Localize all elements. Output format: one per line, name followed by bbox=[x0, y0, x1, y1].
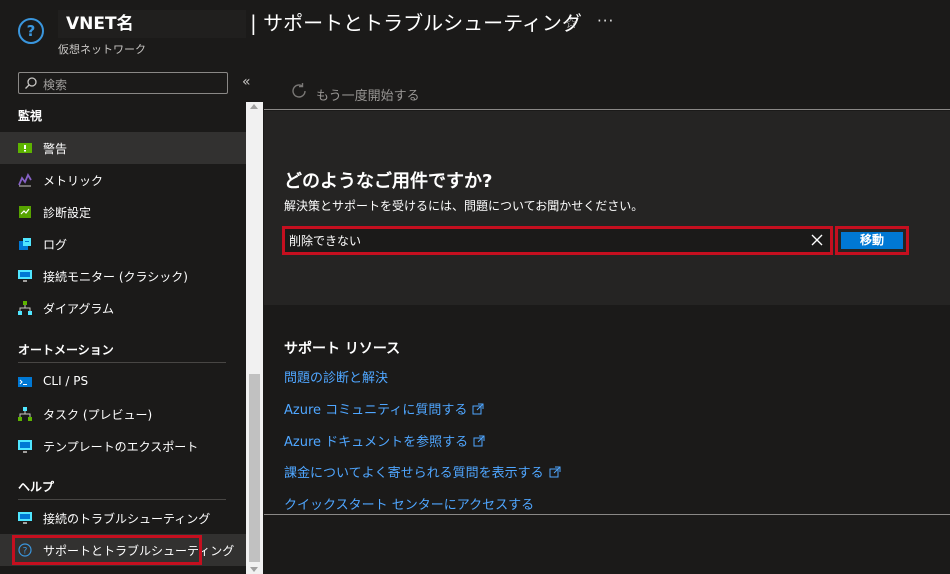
scrollbar-thumb[interactable] bbox=[249, 374, 260, 562]
menu-item-logs[interactable]: ログ bbox=[0, 228, 246, 260]
menu-item-connection-troubleshoot[interactable]: 接続のトラブルシューティング bbox=[0, 502, 246, 534]
diagram-icon bbox=[18, 301, 32, 315]
menu-item-label: CLI / PS bbox=[43, 374, 89, 388]
section-divider bbox=[264, 514, 950, 515]
menu-item-label: 接続のトラブルシューティング bbox=[43, 512, 211, 526]
link-text[interactable]: 課金についてよく寄せられる質問を表示する bbox=[284, 466, 544, 481]
diagnose-solve-link[interactable]: 問題の診断と解決 bbox=[284, 367, 388, 386]
go-button-outline: 移動 bbox=[835, 226, 909, 255]
link-text[interactable]: クイックスタート センターにアクセスする bbox=[284, 498, 534, 513]
main-content: もう一度開始する どのようなご用件ですか? 解決策とサポートを受けるには、問題に… bbox=[264, 62, 950, 574]
connection-monitor-icon bbox=[18, 270, 32, 282]
question-description: 解決策とサポートを受けるには、問題についてお聞かせください。 bbox=[284, 199, 644, 213]
command-bar: もう一度開始する bbox=[264, 62, 950, 110]
question-heading: どのようなご用件ですか? bbox=[284, 171, 493, 192]
tasks-icon bbox=[18, 407, 32, 421]
menu-item-label: ログ bbox=[43, 238, 68, 252]
clear-icon[interactable] bbox=[810, 233, 824, 247]
resource-name: VNET名 bbox=[58, 10, 246, 38]
page-header: ? VNET名 仮想ネットワーク | サポートとトラブルシューティング ☆ ··… bbox=[0, 0, 950, 62]
menu-item-alerts[interactable]: 警告 bbox=[0, 132, 246, 164]
menu-list: 監視 警告 メトリック 診断設定 ログ 接続モニター (クラシック) ダイアグラ… bbox=[0, 102, 246, 574]
section-monitoring: 監視 bbox=[18, 109, 43, 123]
search-icon bbox=[25, 77, 37, 89]
menu-item-connection-monitor[interactable]: 接続モニター (クラシック) bbox=[0, 260, 246, 292]
link-text[interactable]: Azure コミュニティに質問する bbox=[284, 403, 467, 418]
search-placeholder: 検索 bbox=[43, 78, 68, 92]
billing-faq-link[interactable]: 課金についてよく寄せられる質問を表示する bbox=[284, 462, 561, 481]
issue-input[interactable] bbox=[289, 231, 799, 250]
resource-type: 仮想ネットワーク bbox=[58, 43, 146, 56]
highlight-outline bbox=[12, 535, 202, 565]
metrics-icon bbox=[18, 173, 32, 187]
diagnostic-settings-icon bbox=[19, 206, 31, 218]
menu-item-label: テンプレートのエクスポート bbox=[43, 440, 199, 454]
cli-icon bbox=[18, 377, 32, 387]
help-circle-icon: ? bbox=[18, 18, 44, 44]
scroll-up-arrow-icon[interactable] bbox=[250, 104, 258, 109]
menu-item-label: ダイアグラム bbox=[43, 302, 115, 316]
menu-item-tasks[interactable]: タスク (プレビュー) bbox=[0, 398, 246, 430]
alert-icon bbox=[18, 143, 32, 153]
menu-item-diagnostic-settings[interactable]: 診断設定 bbox=[0, 196, 246, 228]
azure-docs-link[interactable]: Azure ドキュメントを参照する bbox=[284, 431, 485, 450]
issue-search-field[interactable] bbox=[282, 226, 833, 255]
menu-item-cli-ps[interactable]: CLI / PS bbox=[0, 366, 246, 398]
link-text[interactable]: 問題の診断と解決 bbox=[284, 371, 388, 386]
menu-item-label: 診断設定 bbox=[43, 206, 92, 220]
menu-item-metrics[interactable]: メトリック bbox=[0, 164, 246, 196]
connection-troubleshoot-icon bbox=[18, 512, 32, 524]
support-resources-heading: サポート リソース bbox=[284, 341, 401, 357]
menu-scrollbar[interactable] bbox=[246, 102, 263, 574]
menu-item-label: 警告 bbox=[43, 142, 68, 156]
quickstart-center-link[interactable]: クイックスタート センターにアクセスする bbox=[284, 494, 534, 513]
menu-item-label: 接続モニター (クラシック) bbox=[43, 270, 188, 284]
section-divider bbox=[18, 499, 226, 500]
export-template-icon bbox=[18, 440, 32, 453]
menu-item-label: メトリック bbox=[43, 174, 104, 188]
start-over-button[interactable]: もう一度開始する bbox=[316, 85, 420, 104]
azure-community-link[interactable]: Azure コミュニティに質問する bbox=[284, 399, 484, 418]
menu-item-label: タスク (プレビュー) bbox=[43, 408, 153, 422]
section-automation: オートメーション bbox=[18, 343, 114, 357]
external-link-icon bbox=[549, 466, 561, 478]
support-search-panel: どのようなご用件ですか? 解決策とサポートを受けるには、問題についてお聞かせくだ… bbox=[264, 111, 950, 305]
menu-search-input[interactable]: 検索 bbox=[18, 72, 228, 94]
external-link-icon bbox=[472, 403, 484, 415]
page-title: | サポートとトラブルシューティング bbox=[250, 11, 582, 35]
go-button[interactable]: 移動 bbox=[841, 232, 903, 249]
scroll-down-arrow-icon[interactable] bbox=[250, 567, 258, 572]
menu-item-export-template[interactable]: テンプレートのエクスポート bbox=[0, 430, 246, 462]
refresh-icon[interactable] bbox=[290, 82, 308, 100]
resource-menu: 検索 « 監視 警告 メトリック 診断設定 ログ 接続モニター (クラシック) … bbox=[0, 62, 264, 574]
logs-icon bbox=[19, 238, 31, 250]
favorite-star-icon[interactable]: ☆ bbox=[564, 13, 578, 32]
collapse-menu-icon[interactable]: « bbox=[242, 74, 251, 90]
section-divider bbox=[18, 362, 226, 363]
more-options-icon[interactable]: ··· bbox=[597, 12, 614, 30]
menu-item-diagram[interactable]: ダイアグラム bbox=[0, 292, 246, 324]
section-help: ヘルプ bbox=[18, 480, 55, 494]
link-text[interactable]: Azure ドキュメントを参照する bbox=[284, 435, 468, 450]
external-link-icon bbox=[473, 435, 485, 447]
